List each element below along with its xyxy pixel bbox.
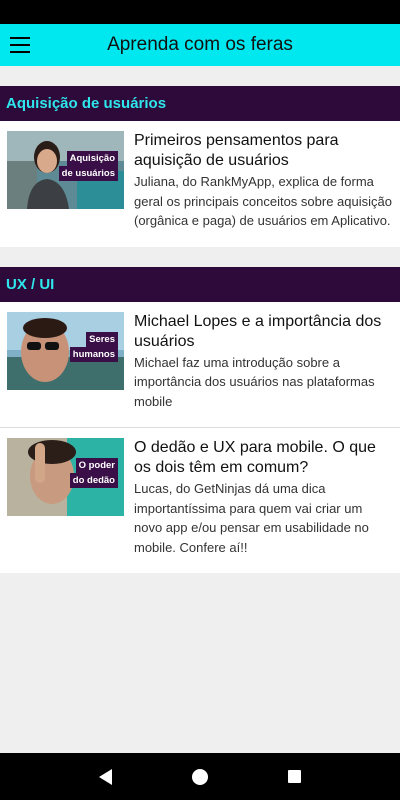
app-title: Aprenda com os feras (107, 34, 293, 55)
card-body: Primeiros pensamentos para aquisição de … (124, 131, 394, 231)
video-thumbnail[interactable]: O poder do dedão (7, 438, 124, 516)
video-card[interactable]: Seres humanos Michael Lopes e a importân… (0, 301, 400, 428)
video-title: O dedão e UX para mobile. O que os dois … (134, 439, 376, 476)
video-title: Michael Lopes e a importância dos usuári… (134, 312, 382, 350)
video-card[interactable]: Aquisição de usuários Primeiros pensamen… (0, 121, 400, 247)
video-title: Primeiros pensamentos para aquisição de … (134, 132, 339, 169)
section-user-acquisition: Aquisição de usuários Aquisição de usuár… (0, 86, 400, 247)
video-description: Juliana, do RankMyApp, explica de forma … (134, 174, 392, 228)
video-thumbnail[interactable]: Aquisição de usuários (7, 131, 124, 209)
card-body: O dedão e UX para mobile. O que os dois … (124, 438, 394, 557)
content-list[interactable]: Aquisição de usuários Aquisição de usuár… (0, 86, 400, 593)
video-description: Lucas, do GetNinjas dá uma dica importan… (134, 481, 369, 555)
app-bar: Aprenda com os feras (0, 24, 400, 66)
video-thumbnail[interactable]: Seres humanos (7, 311, 124, 390)
thumbnail-caption: Aquisição de usuários (58, 151, 118, 181)
status-bar (0, 0, 400, 24)
section-title: UX / UI (6, 275, 55, 293)
video-card[interactable]: O poder do dedão O dedão e UX para mobil… (0, 428, 400, 573)
video-description: Michael faz uma introdução sobre a impor… (134, 354, 375, 409)
section-header: UX / UI (0, 266, 400, 302)
card-body: Michael Lopes e a importância dos usuári… (124, 312, 394, 412)
recents-square-icon[interactable] (283, 765, 307, 789)
section-ux-ui: UX / UI Seres humanos Michael Lopes e a … (0, 266, 400, 573)
home-circle-icon[interactable] (188, 765, 212, 789)
section-title: Aquisição de usuários (6, 95, 167, 112)
section-header: Aquisição de usuários (0, 86, 400, 121)
thumbnail-caption: O poder do dedão (69, 458, 118, 488)
back-triangle-icon[interactable] (93, 765, 117, 789)
hamburger-menu-icon[interactable] (0, 24, 40, 66)
system-navigation-bar (0, 753, 400, 800)
thumbnail-caption: Seres humanos (69, 331, 118, 362)
